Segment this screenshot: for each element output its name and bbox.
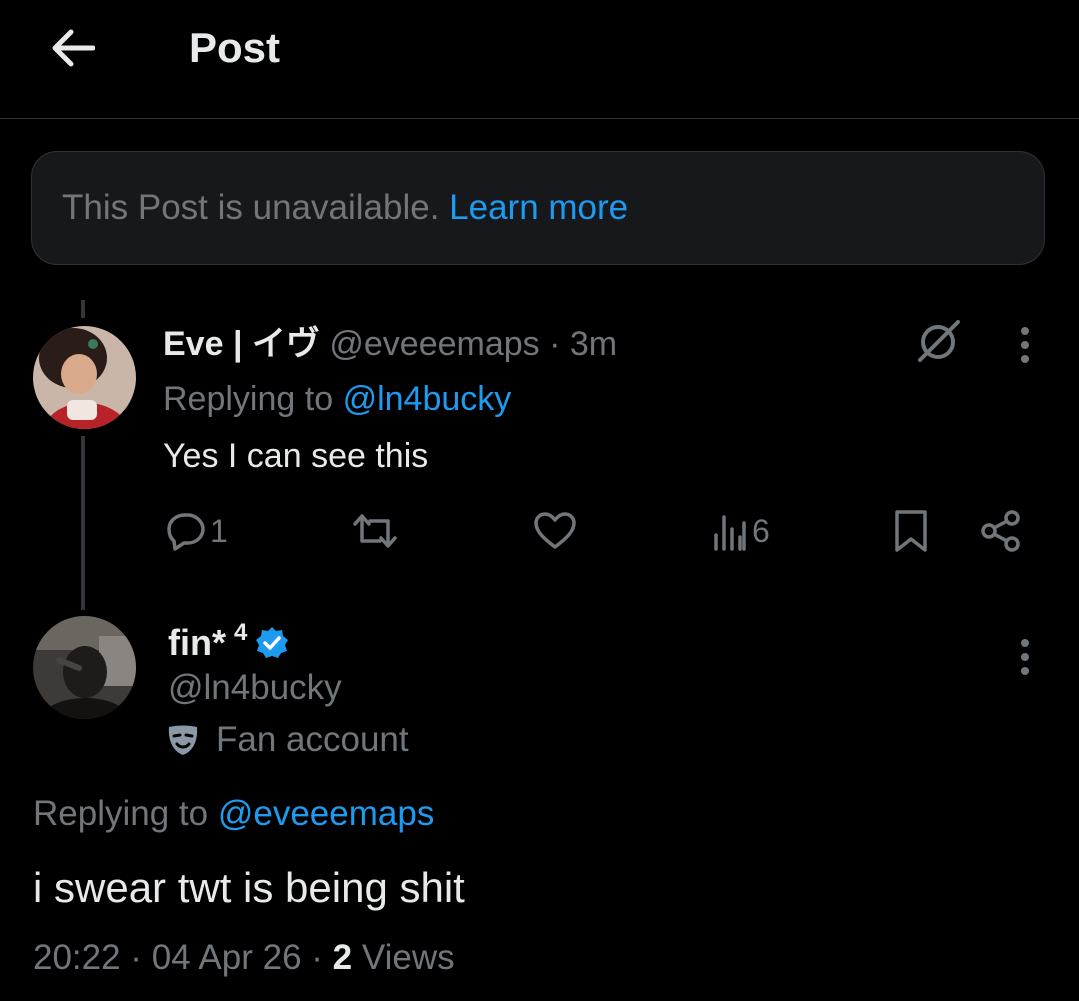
reply-icon [167, 513, 205, 551]
reply-count: 1 [210, 512, 228, 549]
back-button[interactable] [44, 20, 100, 76]
replying-to-line: Replying to @eveeemaps [33, 792, 434, 836]
handle[interactable]: @ln4bucky [168, 666, 342, 710]
timestamp[interactable]: · 3m [549, 325, 617, 363]
replying-to-link[interactable]: @ln4bucky [343, 380, 512, 418]
more-options-button[interactable] [1010, 322, 1040, 368]
post-author-line: Eve | イヴ @eveeemaps · 3m [163, 322, 617, 366]
bookmark-icon [895, 510, 927, 552]
post-meta: 20:22 · 04 Apr 26 · 2 Views [33, 936, 455, 980]
reply-button[interactable]: 1 [166, 508, 228, 554]
avatar[interactable] [33, 326, 136, 429]
heart-icon [534, 512, 576, 549]
page-title: Post [189, 24, 281, 71]
thread-line-top [81, 300, 85, 318]
more-options-button[interactable] [1010, 634, 1040, 680]
replying-prefix: Replying to [163, 380, 334, 418]
display-name[interactable]: fin* [168, 620, 226, 666]
views-count: 2 [332, 938, 353, 977]
top-bar: Post [0, 0, 1079, 119]
views-label: Views [361, 938, 455, 977]
avatar[interactable] [33, 616, 136, 719]
analytics-icon [714, 515, 746, 551]
like-button[interactable] [533, 508, 577, 554]
account-label-text: Fan account [216, 720, 409, 759]
display-name[interactable]: Eve | イヴ [163, 325, 320, 363]
name-suffix: 4 [234, 619, 248, 646]
post-timestamp[interactable]: 20:22 · 04 Apr 26 · [33, 938, 323, 977]
notice-text: This Post is unavailable. [62, 188, 440, 227]
arrow-left-icon [52, 29, 95, 67]
grok-button[interactable] [914, 316, 964, 366]
grok-icon [918, 320, 960, 362]
learn-more-link[interactable]: Learn more [449, 188, 628, 227]
more-vertical-icon [1021, 327, 1029, 363]
verified-badge-icon [256, 627, 289, 658]
share-icon [981, 510, 1020, 552]
post-body: Yes I can see this [163, 437, 429, 475]
views-button[interactable]: 6 [712, 508, 770, 554]
bookmark-button[interactable] [893, 508, 929, 554]
replying-to-line: Replying to @ln4bucky [163, 377, 511, 421]
avatar-image [33, 326, 136, 429]
repost-icon [353, 514, 397, 548]
avatar-image [33, 616, 136, 719]
share-button[interactable] [980, 508, 1022, 554]
replying-prefix: Replying to [33, 794, 209, 833]
post-body: i swear twt is being shit [33, 864, 465, 911]
repost-button[interactable] [352, 508, 398, 554]
unavailable-notice: This Post is unavailable. Learn more [31, 151, 1045, 265]
handle[interactable]: @eveeemaps [329, 325, 539, 363]
account-label[interactable]: Fan account [166, 718, 409, 762]
mask-icon [168, 725, 198, 755]
thread-line [81, 436, 85, 610]
main-author-line: fin* 4 [168, 619, 289, 666]
replying-to-link[interactable]: @eveeemaps [218, 794, 434, 833]
more-vertical-icon [1021, 639, 1029, 675]
views-count: 6 [752, 512, 770, 549]
